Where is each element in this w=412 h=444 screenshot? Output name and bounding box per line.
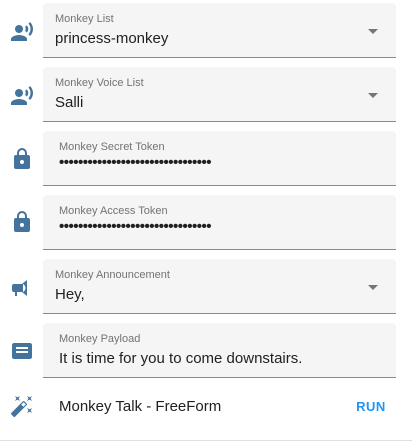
payload-input[interactable]: Monkey Payload It is time for you to com… xyxy=(43,323,396,378)
account-voice-icon xyxy=(10,20,34,44)
monkey-list-value: princess-monkey xyxy=(55,30,169,47)
account-voice-icon xyxy=(10,84,34,108)
message-text-icon xyxy=(10,339,34,363)
dropdown-arrow-icon[interactable] xyxy=(368,285,378,290)
secret-token-value: •••••••••••••••••••••••••••••••• xyxy=(59,154,212,171)
access-token-label: Monkey Access Token xyxy=(59,205,168,217)
payload-label: Monkey Payload xyxy=(59,333,141,345)
monkey-list-select[interactable]: Monkey List princess-monkey xyxy=(43,3,396,58)
script-name: Monkey Talk - FreeForm xyxy=(59,398,222,415)
script-wand-icon xyxy=(10,394,34,418)
lock-icon xyxy=(10,210,34,234)
voice-list-label: Monkey Voice List xyxy=(55,77,144,89)
announcement-value: Hey, xyxy=(55,286,85,303)
lock-icon xyxy=(10,147,34,171)
voice-list-value: Salli xyxy=(55,94,84,111)
dropdown-arrow-icon[interactable] xyxy=(368,93,378,98)
bullhorn-icon xyxy=(10,276,34,300)
payload-value: It is time for you to come downstairs. xyxy=(59,350,303,367)
secret-token-label: Monkey Secret Token xyxy=(59,141,165,153)
voice-list-select[interactable]: Monkey Voice List Salli xyxy=(43,67,396,122)
access-token-value: •••••••••••••••••••••••••••••••• xyxy=(59,218,212,235)
monkey-list-label: Monkey List xyxy=(55,13,114,25)
announcement-label: Monkey Announcement xyxy=(55,269,170,281)
secret-token-input[interactable]: Monkey Secret Token ••••••••••••••••••••… xyxy=(43,131,396,186)
dropdown-arrow-icon[interactable] xyxy=(368,29,378,34)
divider xyxy=(0,440,412,441)
access-token-input[interactable]: Monkey Access Token ••••••••••••••••••••… xyxy=(43,195,396,250)
run-button[interactable]: RUN xyxy=(348,392,394,420)
announcement-select[interactable]: Monkey Announcement Hey, xyxy=(43,259,396,314)
